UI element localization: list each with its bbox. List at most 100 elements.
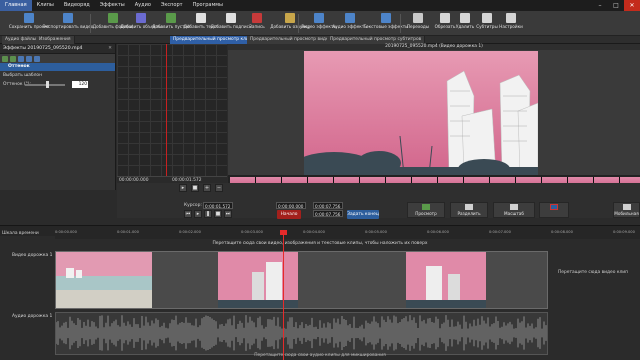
toolbar-separator: [90, 14, 91, 33]
minimize-button[interactable]: –: [592, 0, 608, 11]
toolbar-separator: [298, 14, 299, 33]
ruler-tick-label: 0:00:08.000: [551, 230, 573, 234]
transitions-icon: [413, 13, 423, 23]
toolbar-button-0[interactable]: Сохранить проект: [9, 13, 49, 35]
text-icon: [196, 13, 206, 23]
effect-section-title[interactable]: Оттенок: [0, 63, 115, 71]
end-time-input[interactable]: 0:00:07.756: [313, 202, 343, 209]
zoom-in-icon[interactable]: +: [203, 184, 211, 192]
stop-button-icon[interactable]: ■: [214, 210, 222, 218]
effects-toolbar: [0, 54, 115, 63]
zoom-icon: [510, 204, 518, 210]
floppy-icon: [24, 13, 34, 23]
3d-button[interactable]: [539, 202, 569, 218]
move-down-icon[interactable]: [26, 55, 32, 62]
toolbar-button-9[interactable]: Видео эффекты: [301, 13, 337, 35]
timeline-playhead[interactable]: [283, 230, 284, 360]
maximize-button[interactable]: □: [608, 0, 624, 11]
tab-clip-preview[interactable]: Предварительный просмотр клипа: [170, 36, 259, 44]
duration-time-input[interactable]: 0:00:07.756: [313, 210, 343, 217]
close-button[interactable]: ✕: [624, 0, 640, 11]
toolbar-separator: [400, 14, 401, 33]
video-track-thumbnails: [56, 252, 486, 308]
menu-tools[interactable]: Программы: [188, 0, 228, 11]
menu-audio[interactable]: Аудио: [130, 0, 156, 11]
play-button-icon[interactable]: ▸: [194, 210, 202, 218]
toolbar-button-label: Видео эффекты: [301, 24, 337, 29]
toolbar-button-16[interactable]: Настройки: [499, 13, 523, 35]
effects-panel-title: Эффекты 20190725_095520.mp4: [3, 46, 83, 51]
toolbar-button-1[interactable]: Экспортировать видео: [43, 13, 93, 35]
move-up-icon[interactable]: [18, 55, 24, 62]
toolbar-button-13[interactable]: Обрезать: [434, 13, 456, 35]
toolbar-button-6[interactable]: Добавить подпись: [211, 13, 251, 35]
delete-effect-icon[interactable]: [34, 55, 40, 62]
toolbar-button-label: Аудио эффекты: [332, 24, 368, 29]
ruler-tick-label: 0:00:03.000: [241, 230, 263, 234]
hue-slider-thumb[interactable]: [46, 81, 49, 88]
copy-effect-icon[interactable]: [10, 55, 16, 62]
toolbar-button-4[interactable]: Добавить пустой: [152, 13, 190, 35]
keyframe-graph[interactable]: [117, 44, 227, 176]
video-track-label: Видео дорожка 1: [12, 253, 53, 258]
zoom-button[interactable]: Масштаб: [493, 202, 535, 218]
menu-home[interactable]: Главная: [0, 0, 32, 11]
play-icon[interactable]: ▸: [179, 184, 187, 192]
close-icon[interactable]: ✕: [108, 44, 112, 54]
pause-icon[interactable]: ❚: [204, 210, 212, 218]
skip-start-icon[interactable]: ⏮: [184, 210, 192, 218]
start-time-input[interactable]: 0:00:00.000: [276, 202, 306, 209]
preset-row[interactable]: Выбрать шаблон: [0, 71, 115, 80]
toolbar-button-label: Обрезать: [434, 24, 456, 29]
audio-drop-hint[interactable]: Перетащите сюда свои аудио клипы для мик…: [0, 353, 640, 360]
menu-clips[interactable]: Клипы: [32, 0, 59, 11]
tab-subtitle-preview[interactable]: Предварительный просмотр субтитров: [327, 36, 426, 44]
panel-tabs: Аудио файлы Изображения Предварительный …: [0, 36, 640, 44]
add-effect-icon[interactable]: [2, 55, 8, 62]
set-start-button[interactable]: Начало: [277, 210, 301, 219]
split-button[interactable]: Разделить: [450, 202, 488, 218]
ruler-tick-label: 0:00:06.000: [427, 230, 449, 234]
add-blank-icon: [166, 13, 176, 23]
effects-panel: Эффекты 20190725_095520.mp4 ✕ Оттенок Вы…: [0, 44, 116, 190]
menu-sequence[interactable]: Видеоряд: [59, 0, 95, 11]
cursor-time-input[interactable]: 0:00:01.572: [203, 202, 233, 209]
toolbar-button-label: Субтитры: [476, 24, 498, 29]
video-frame[interactable]: [304, 51, 538, 175]
video-track-side-hint[interactable]: Перетащите сюда видео клип: [553, 270, 633, 288]
ruler-tick-label: 0:00:07.000: [489, 230, 511, 234]
video-track[interactable]: [55, 251, 548, 309]
toolbar-button-7[interactable]: Запись: [244, 13, 270, 35]
menu-export[interactable]: Экспорт: [156, 0, 188, 11]
crop-icon: [440, 13, 450, 23]
stop-icon[interactable]: ■: [191, 184, 199, 192]
timeline-scale-label: Шкала времени: [2, 231, 39, 236]
toolbar-button-label: Текстовые эффекты: [363, 24, 409, 29]
mobile-button[interactable]: Мобильная: [613, 202, 640, 218]
set-end-button[interactable]: Задать конец: [347, 210, 379, 219]
preview-button[interactable]: Просмотр: [407, 202, 445, 218]
audio-waveform: [55, 315, 547, 351]
tab-audio-files[interactable]: Аудио файлы: [2, 36, 41, 44]
playhead-handle[interactable]: [280, 230, 287, 235]
export-icon: [63, 13, 73, 23]
app-window: Главная Клипы Видеоряд Эффекты Аудио Экс…: [0, 0, 640, 360]
hue-value-input[interactable]: 120: [72, 81, 88, 88]
toolbar-button-11[interactable]: Текстовые эффекты: [364, 13, 408, 35]
toolbar-button-12[interactable]: Переходы: [404, 13, 432, 35]
toolbar-button-label: Удалить: [455, 24, 475, 29]
main-toolbar: Сохранить проект Экспортировать видео Доба…: [0, 11, 640, 36]
audio-track[interactable]: [55, 312, 548, 355]
toolbar-button-10[interactable]: Аудио эффекты: [332, 13, 368, 35]
menu-effects[interactable]: Эффекты: [95, 0, 130, 11]
timeline-ruler[interactable]: 0:00:00.000 0:00:01.000 0:00:02.000 0:00:03…: [55, 230, 640, 239]
skip-end-icon[interactable]: ⏭: [224, 210, 232, 218]
hue-slider[interactable]: [25, 84, 65, 86]
overlay-drop-hint[interactable]: Перетащите сюда свои видео, изображения …: [0, 240, 640, 248]
toolbar-button-15[interactable]: Субтитры: [476, 13, 498, 35]
toolbar-button-14[interactable]: Удалить: [456, 13, 474, 35]
tab-images[interactable]: Изображения: [36, 36, 75, 44]
graph-time-ruler: 00:00:00.000 00:00:01.572: [117, 176, 227, 183]
zoom-out-icon[interactable]: −: [215, 184, 223, 192]
ruler-tick-label: 0:00:01.000: [117, 230, 139, 234]
